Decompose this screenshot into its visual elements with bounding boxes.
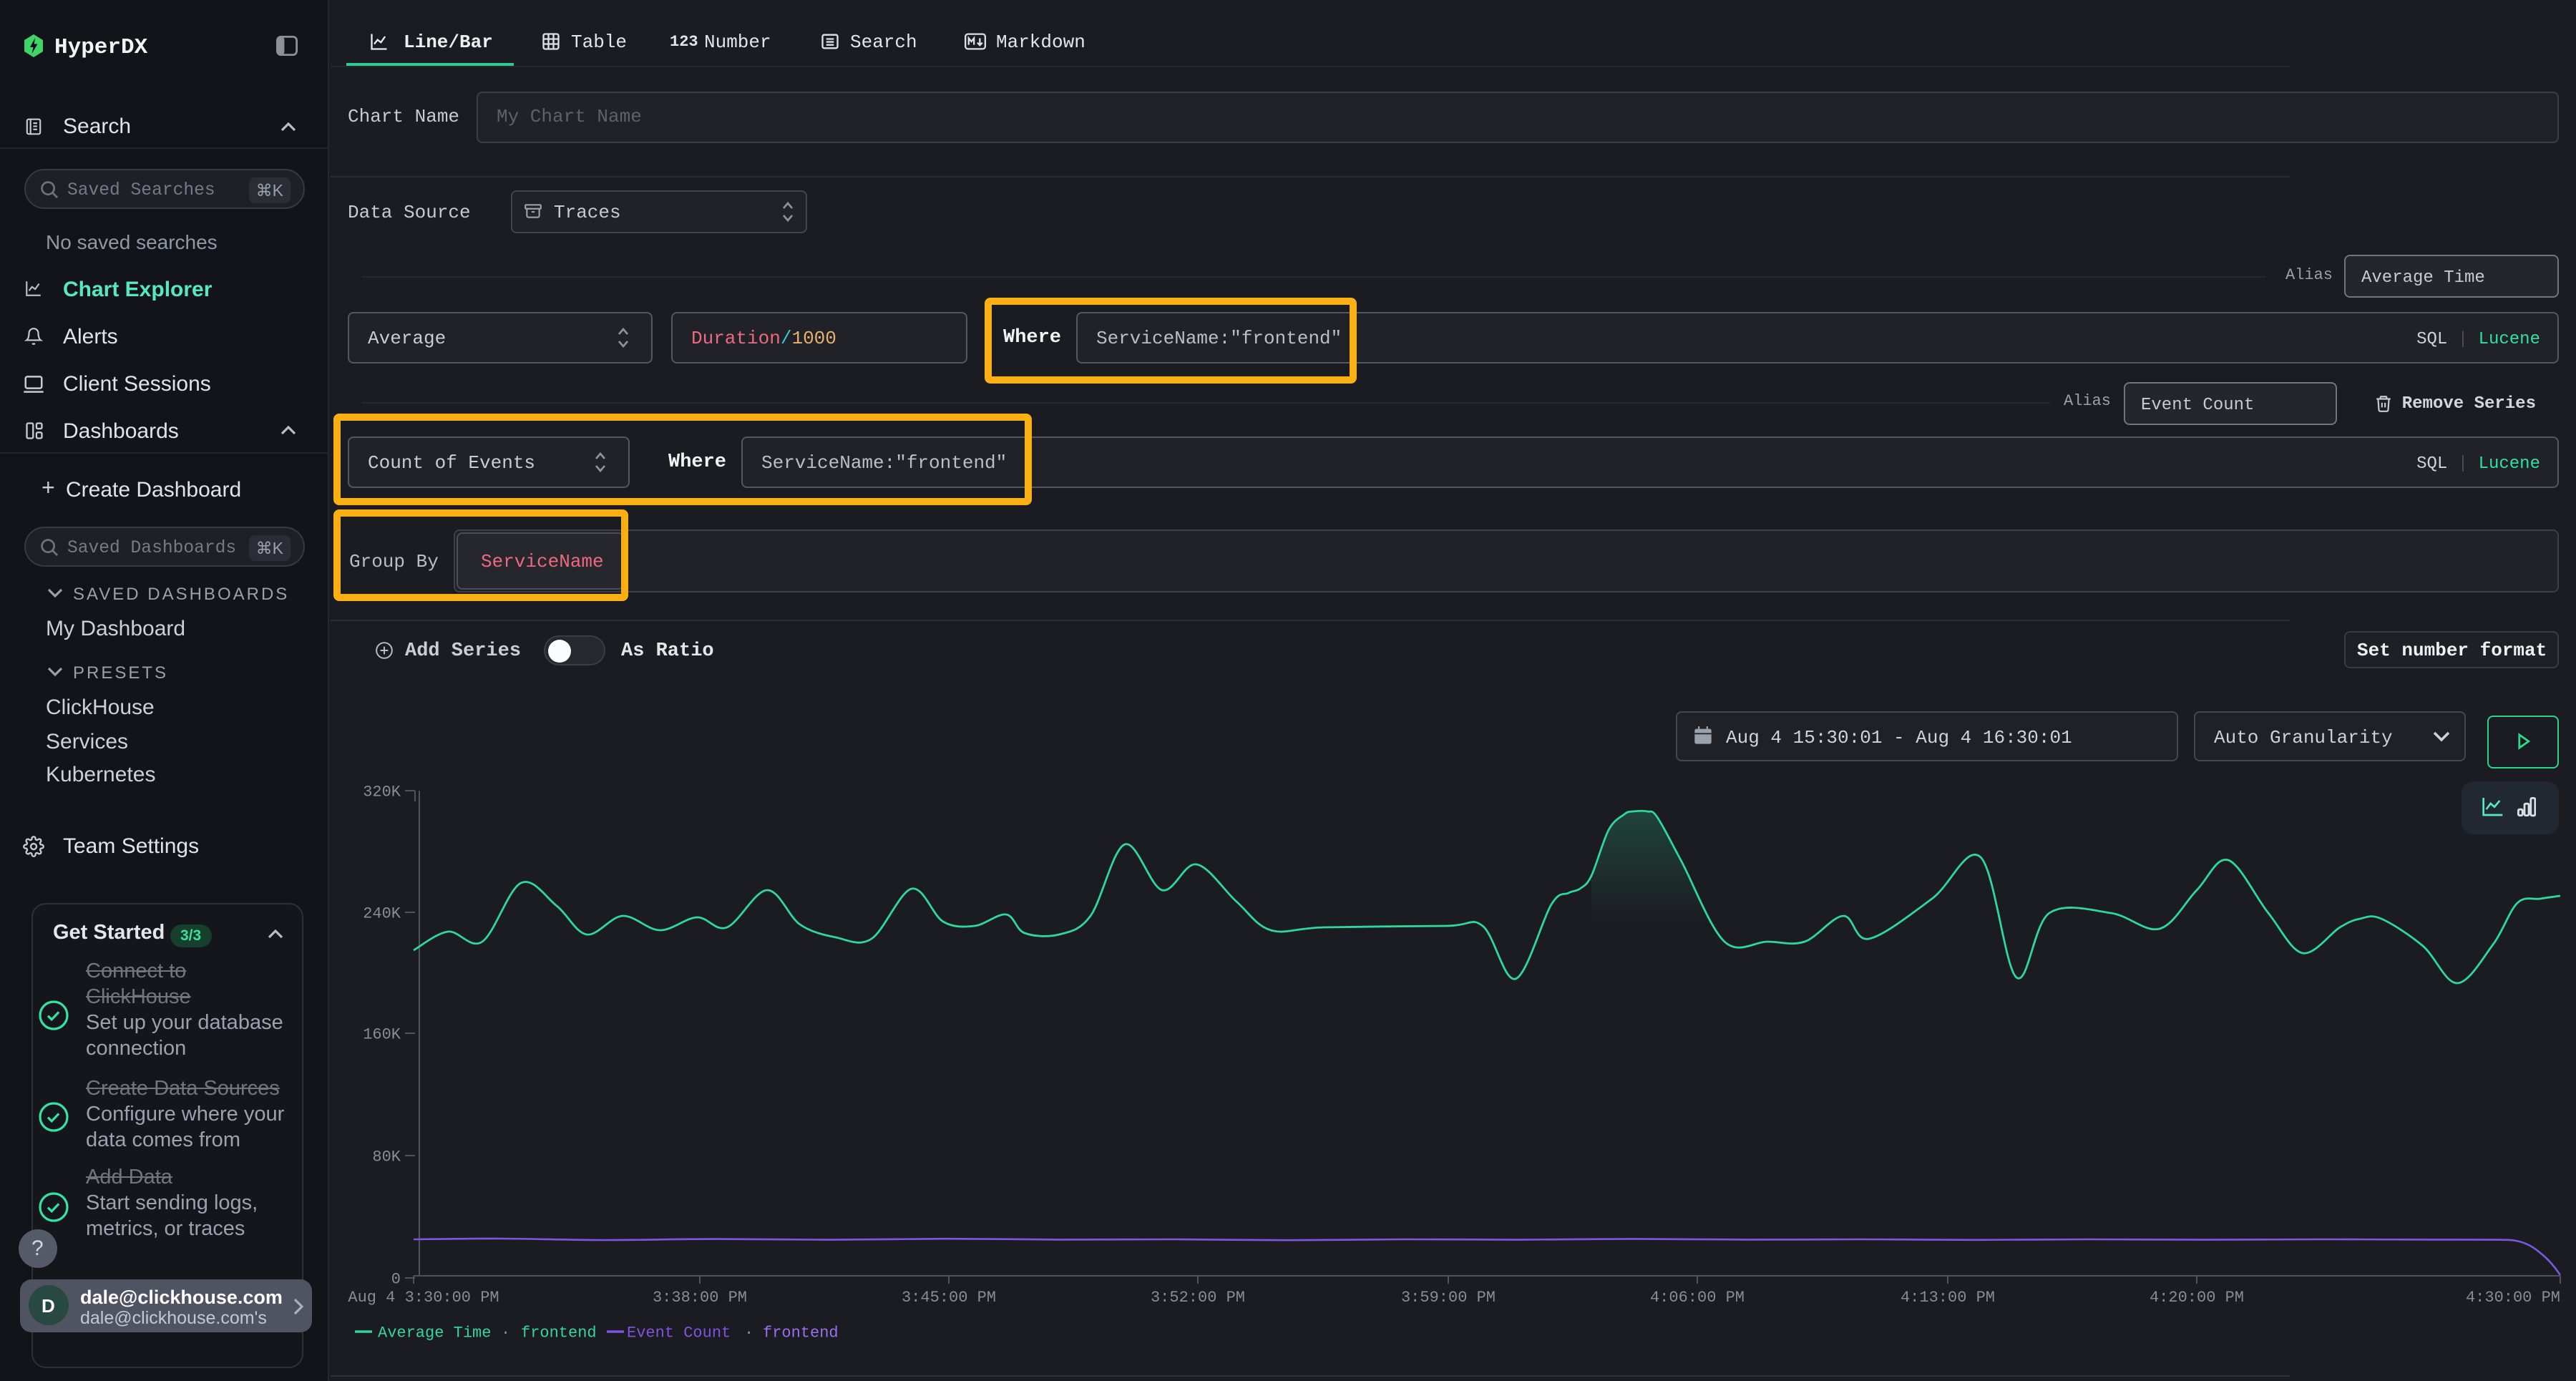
svg-text:0: 0 xyxy=(391,1271,401,1289)
svg-text:4:20:00 PM: 4:20:00 PM xyxy=(2150,1289,2244,1307)
svg-text:3:45:00 PM: 3:45:00 PM xyxy=(902,1289,996,1307)
svg-text:160K: 160K xyxy=(363,1026,401,1044)
svg-text:4:30:00 PM: 4:30:00 PM xyxy=(2466,1289,2560,1307)
svg-text:4:06:00 PM: 4:06:00 PM xyxy=(1650,1289,1745,1307)
svg-text:frontend: frontend xyxy=(763,1324,839,1342)
svg-text:320K: 320K xyxy=(363,784,401,801)
svg-text:Event Count: Event Count xyxy=(627,1324,731,1342)
svg-text:3:38:00 PM: 3:38:00 PM xyxy=(653,1289,747,1307)
svg-text:3:59:00 PM: 3:59:00 PM xyxy=(1401,1289,1496,1307)
svg-text:3:52:00 PM: 3:52:00 PM xyxy=(1151,1289,1245,1307)
svg-text:4:13:00 PM: 4:13:00 PM xyxy=(1901,1289,1995,1307)
svg-text:·: · xyxy=(501,1324,510,1342)
svg-text:Aug 4 3:30:00 PM: Aug 4 3:30:00 PM xyxy=(348,1289,499,1307)
svg-text:·: · xyxy=(744,1324,753,1342)
svg-text:240K: 240K xyxy=(363,905,401,923)
svg-text:frontend: frontend xyxy=(521,1324,597,1342)
svg-text:Average Time: Average Time xyxy=(378,1324,491,1342)
svg-text:80K: 80K xyxy=(372,1148,401,1166)
